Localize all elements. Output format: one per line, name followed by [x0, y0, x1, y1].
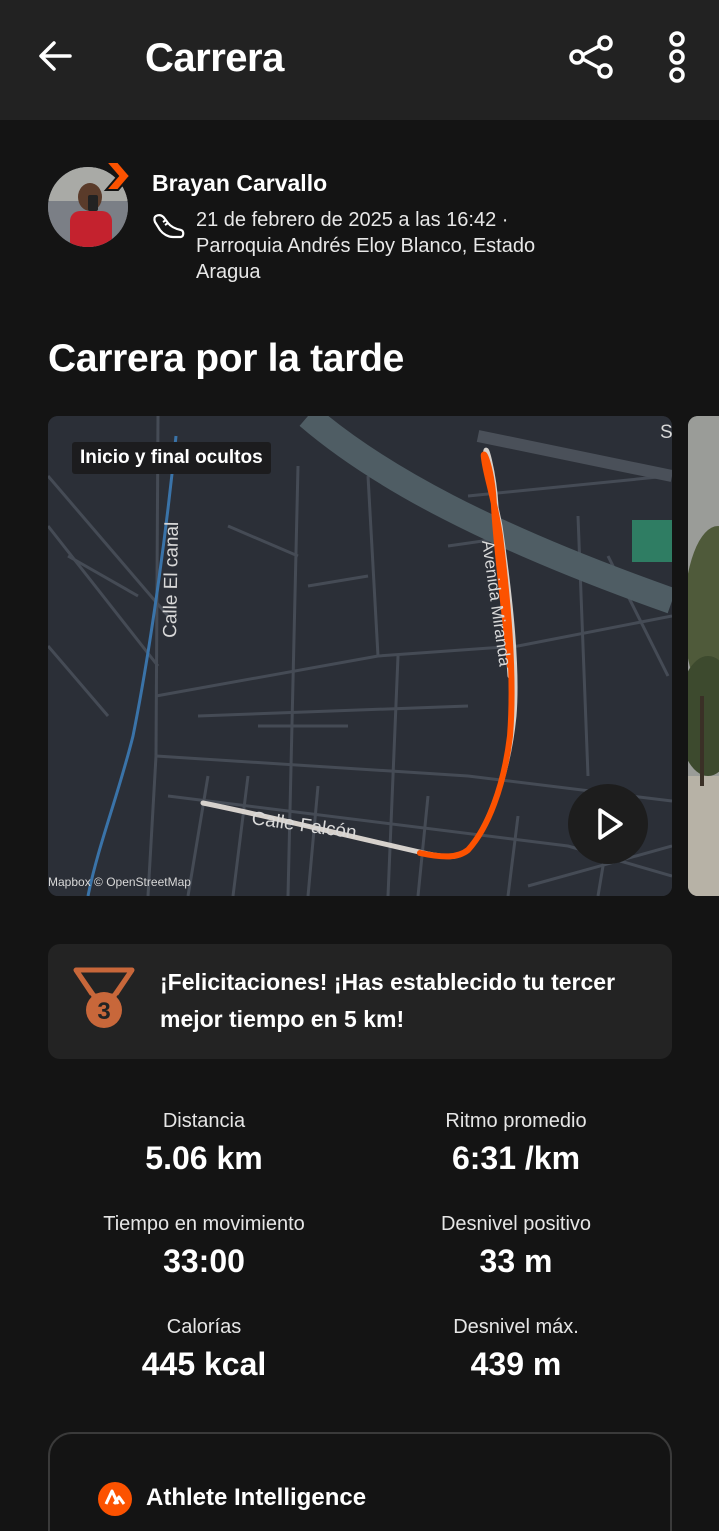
activity-meta: 21 de febrero de 2025 a las 16:42 · Parr…: [196, 207, 636, 285]
stat-label: Desnivel positivo: [440, 1213, 592, 1235]
athlete-intelligence-card[interactable]: Athlete Intelligence: [48, 1432, 672, 1531]
stat-calories: Calorías 445 kcal: [48, 1312, 360, 1384]
subscriber-badge-icon: [102, 160, 134, 192]
share-icon: [569, 35, 613, 79]
stat-max-elevation: Desnivel máx. 439 m: [360, 1312, 672, 1384]
share-button[interactable]: [566, 32, 616, 82]
activity-photo[interactable]: [688, 416, 719, 896]
map-street-label: Calle El canal: [160, 522, 183, 639]
stat-value: 6:31 /km: [451, 1140, 581, 1176]
back-button[interactable]: [34, 34, 78, 78]
stat-label: Ritmo promedio: [445, 1110, 587, 1132]
stat-value: 33:00: [163, 1243, 245, 1279]
more-vertical-icon: [669, 31, 685, 83]
stat-value: 5.06 km: [145, 1140, 263, 1176]
stat-value: 445 kcal: [141, 1346, 267, 1382]
map-street-label: S: [660, 422, 672, 443]
stat-distance: Distancia 5.06 km: [48, 1106, 360, 1178]
achievement-banner[interactable]: 3 ¡Felicitaciones! ¡Has establecido tu t…: [48, 944, 672, 1059]
map-attribution[interactable]: Mapbox © OpenStreetMap: [48, 875, 191, 889]
stat-elevation-gain: Desnivel positivo 33 m: [360, 1209, 672, 1281]
stat-label: Distancia: [162, 1110, 246, 1132]
medal-icon: 3: [72, 966, 136, 1032]
activity-title: Carrera por la tarde: [48, 337, 404, 380]
activity-location-cont: Aragua: [196, 261, 261, 283]
top-app-bar: Carrera: [0, 0, 719, 120]
route-map[interactable]: Calle El canal Avenida Miranda Calle Fal…: [48, 416, 672, 896]
strava-logo-icon: [98, 1482, 132, 1516]
page-title: Carrera: [145, 36, 284, 80]
stat-value: 33 m: [479, 1243, 553, 1279]
stat-label: Calorías: [166, 1316, 242, 1338]
running-shoe-icon: [151, 208, 187, 244]
stat-moving-time: Tiempo en movimiento 33:00: [48, 1209, 360, 1281]
stat-label: Tiempo en movimiento: [103, 1213, 305, 1235]
svg-text:3: 3: [97, 998, 110, 1025]
stat-value: 439 m: [470, 1346, 562, 1382]
more-options-button[interactable]: [660, 30, 694, 84]
flyover-play-button[interactable]: [568, 784, 648, 864]
activity-location: Parroquia Andrés Eloy Blanco, Estado: [196, 235, 536, 257]
activity-date: 21 de febrero de 2025 a las 16:42 ·: [196, 209, 509, 231]
athlete-name[interactable]: Brayan Carvallo: [152, 170, 327, 197]
stat-pace: Ritmo promedio 6:31 /km: [360, 1106, 672, 1178]
play-icon: [598, 808, 623, 840]
achievement-text: ¡Felicitaciones! ¡Has establecido tu ter…: [160, 969, 616, 1032]
arrow-left-icon: [39, 41, 72, 71]
privacy-chip: Inicio y final ocultos: [72, 442, 271, 474]
stat-label: Desnivel máx.: [453, 1316, 579, 1338]
athlete-intelligence-title: Athlete Intelligence: [146, 1484, 367, 1511]
